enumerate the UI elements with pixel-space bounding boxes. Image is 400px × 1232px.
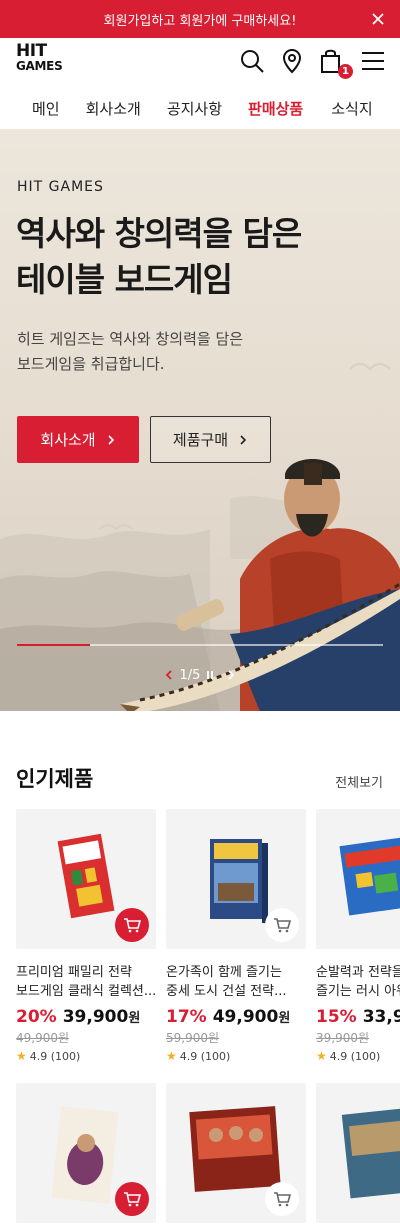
discount-rate: 15% xyxy=(316,1007,357,1027)
product-image[interactable] xyxy=(16,1083,156,1223)
product-price: 15% 33,900원 xyxy=(316,1007,400,1027)
star-icon: ★ xyxy=(16,1049,27,1063)
original-price: 59,900원 xyxy=(166,1031,220,1045)
hero-brand: HIT GAMES xyxy=(17,179,104,195)
hero-title: 역사와 창의력을 담은 테이블 보드게임 xyxy=(16,214,302,299)
product-price: 17% 49,900 원 xyxy=(166,1007,291,1027)
product-card[interactable]: 프리미엄 패밀리 전략 보드게임 클래식 컬렉션... 20% 39,900 원 … xyxy=(16,809,156,1063)
view-all-link[interactable]: 전체보기 xyxy=(335,772,383,791)
cart-icon xyxy=(274,918,291,933)
logo[interactable]: HIT GAMES xyxy=(16,43,63,74)
star-icon: ★ xyxy=(166,1049,177,1063)
product-card[interactable]: 순발력과 전략을 즐기는 러시 아워 15% 33,900원 39,900원 ★… xyxy=(316,809,400,1063)
product-rating: ★ 4.9 (100) xyxy=(16,1049,81,1063)
product-rating: ★ 4.9 (100) xyxy=(316,1049,381,1063)
sale-price: 39,900 xyxy=(62,1007,129,1027)
site-header: HIT GAMES 1 xyxy=(0,38,400,88)
product-name[interactable]: 온가족이 함께 즐기는 중세 도시 건설 전략... xyxy=(166,963,318,1001)
promo-text[interactable]: 회원가입하고 회원가에 구매하세요! xyxy=(104,10,297,29)
cart-icon xyxy=(124,1192,141,1207)
product-image[interactable] xyxy=(166,809,306,949)
add-to-cart-button[interactable] xyxy=(115,908,149,942)
cart-icon xyxy=(274,1192,291,1207)
original-price: 49,900원 xyxy=(16,1031,70,1045)
product-rating: ★ 4.9 (100) xyxy=(166,1049,231,1063)
product-card[interactable] xyxy=(316,1083,400,1223)
product-name[interactable]: 프리미엄 패밀리 전략 보드게임 클래식 컬렉션... xyxy=(16,963,168,1001)
product-image[interactable] xyxy=(316,809,400,949)
discount-rate: 20% xyxy=(16,1007,57,1027)
add-to-cart-button[interactable] xyxy=(115,1182,149,1216)
location-pin-icon[interactable] xyxy=(279,48,305,74)
buy-products-button[interactable]: 제품구매 xyxy=(150,416,271,463)
pause-icon[interactable] xyxy=(206,669,214,681)
nav-item-notice[interactable]: 공지사항 xyxy=(155,98,236,119)
slide-progress-fill xyxy=(17,644,91,646)
sale-price: 33,900 xyxy=(362,1007,400,1027)
product-name[interactable]: 순발력과 전략을 즐기는 러시 아워 xyxy=(316,963,400,1001)
nav-item-newsletter[interactable]: 소식지 xyxy=(317,98,386,119)
product-card[interactable] xyxy=(166,1083,306,1223)
slide-counter: 1/5 xyxy=(179,667,201,683)
cart-button[interactable]: 1 xyxy=(319,48,353,79)
chevron-right-icon xyxy=(240,434,247,445)
chevron-right-icon xyxy=(108,434,114,445)
hero-description: 히트 게임즈는 역사와 창의력을 담은 보드게임을 취급합니다. xyxy=(17,330,244,373)
slide-progress-bar xyxy=(17,644,383,646)
add-to-cart-button[interactable] xyxy=(265,908,299,942)
about-company-button[interactable]: 회사소개 xyxy=(17,416,139,463)
next-slide-icon[interactable] xyxy=(226,669,236,681)
cart-icon xyxy=(124,918,141,933)
product-card[interactable]: 온가족이 함께 즐기는 중세 도시 건설 전략... 17% 49,900 원 5… xyxy=(166,809,306,1063)
main-nav: 메인 회사소개 공지사항 판매상품 소식지 xyxy=(0,88,400,128)
product-image[interactable] xyxy=(316,1083,400,1223)
promo-bar[interactable]: 회원가입하고 회원가에 구매하세요! xyxy=(0,0,400,38)
sale-price: 49,900 xyxy=(212,1007,279,1027)
star-icon: ★ xyxy=(316,1049,327,1063)
original-price: 39,900원 xyxy=(316,1031,370,1045)
section-title-popular: 인기제품 xyxy=(16,767,94,791)
close-icon[interactable] xyxy=(370,11,386,27)
slide-pager: 1/5 xyxy=(150,665,250,685)
cart-count-badge: 1 xyxy=(338,64,353,79)
add-to-cart-button[interactable] xyxy=(265,1182,299,1216)
product-image[interactable] xyxy=(166,1083,306,1223)
product-image[interactable] xyxy=(16,809,156,949)
nav-item-about[interactable]: 회사소개 xyxy=(86,98,155,119)
hero-banner[interactable]: HIT GAMES 역사와 창의력을 담은 테이블 보드게임 히트 게임즈는 역… xyxy=(0,129,400,711)
menu-icon[interactable] xyxy=(360,48,386,74)
search-icon[interactable] xyxy=(239,48,265,74)
prev-slide-icon[interactable] xyxy=(164,669,174,681)
nav-item-main[interactable]: 메인 xyxy=(0,98,86,119)
product-price: 20% 39,900 원 xyxy=(16,1007,141,1027)
nav-item-products[interactable]: 판매상품 xyxy=(236,98,317,119)
game-box-image xyxy=(339,836,400,916)
game-box-image xyxy=(341,1107,400,1199)
product-card[interactable] xyxy=(16,1083,156,1223)
discount-rate: 17% xyxy=(166,1007,207,1027)
